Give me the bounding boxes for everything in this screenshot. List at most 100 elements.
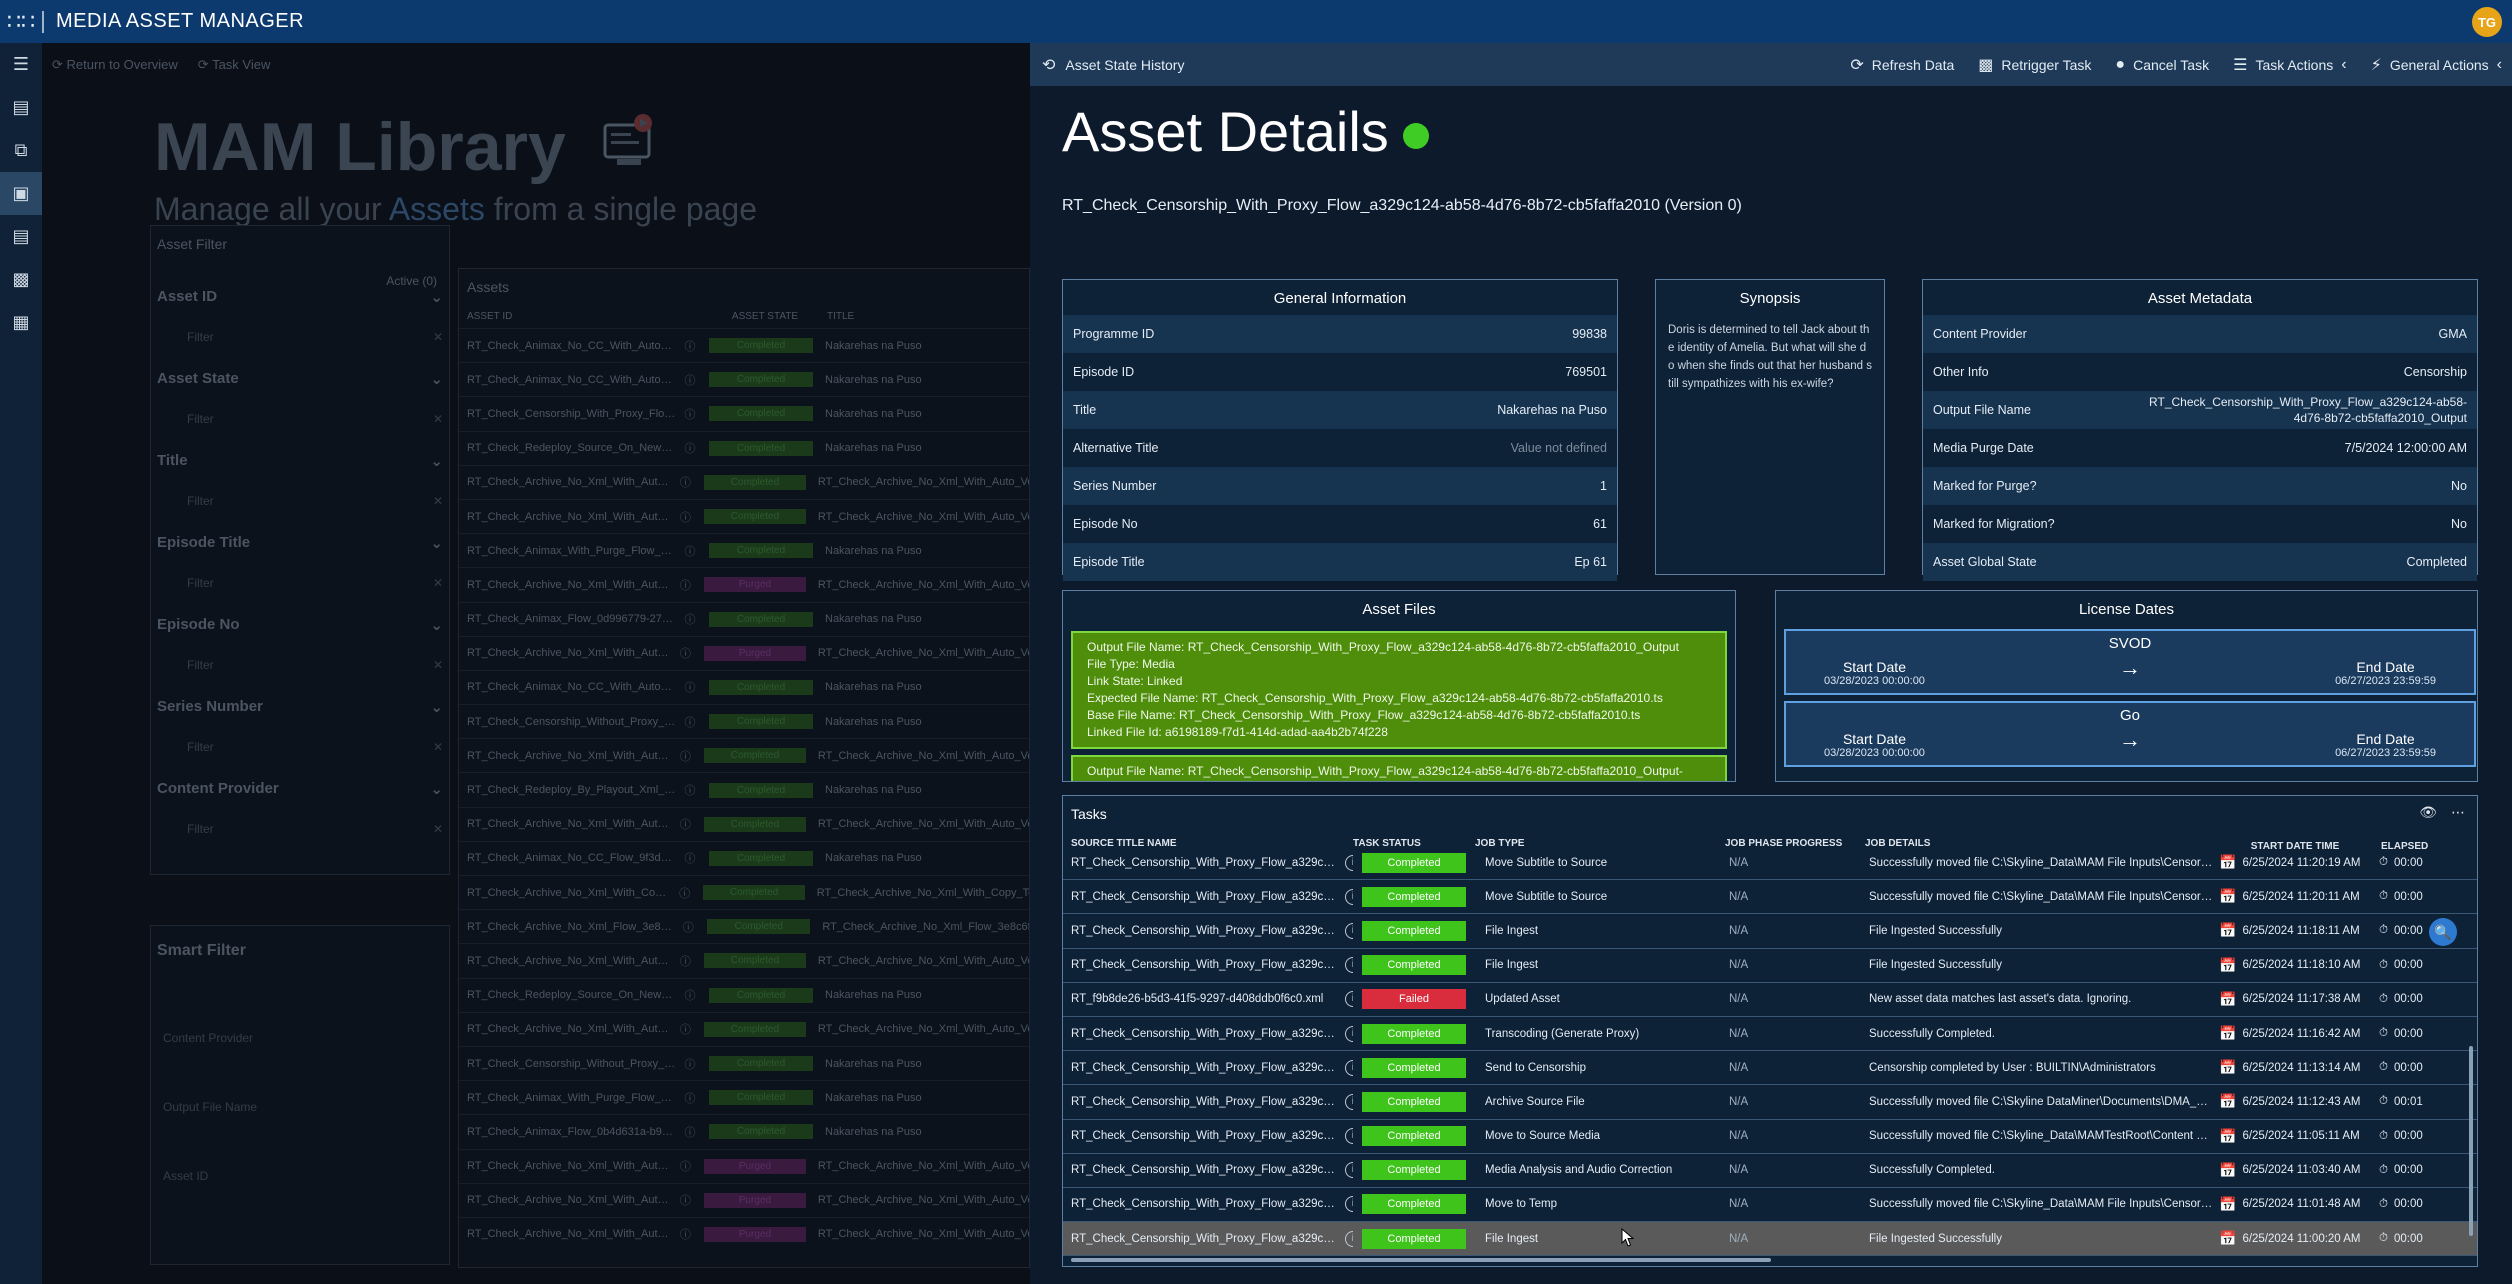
active-filter-toggle[interactable]: Active (0) (386, 274, 437, 288)
task-row[interactable]: RT_Check_Censorship_With_Proxy_Flow_a329… (1063, 1017, 2477, 1052)
smart-filter-item[interactable]: Content Provider (151, 1031, 449, 1045)
filter-input[interactable]: Filter ✕ (157, 494, 443, 508)
task-row[interactable]: RT_Check_Censorship_With_Proxy_Flow_a329… (1063, 1154, 2477, 1188)
asset-row[interactable]: RT_Check_Archive_No_Xml_With_Auto_V... ⓘ C… (459, 1011, 1029, 1046)
info-icon[interactable]: i (1345, 1230, 1353, 1247)
clear-icon[interactable]: ✕ (433, 822, 443, 836)
document-icon[interactable]: ▤ (0, 215, 42, 258)
info-icon[interactable]: ⓘ (673, 1021, 698, 1037)
filter-label[interactable]: Title ⌄ (157, 452, 443, 470)
info-icon[interactable]: ⓘ (677, 782, 703, 798)
filter-input[interactable]: Filter ✕ (157, 330, 443, 344)
info-icon[interactable]: ⓘ (673, 1192, 698, 1208)
filter-label[interactable]: Content Provider ⌄ (157, 780, 443, 798)
asset-row[interactable]: RT_Check_Animax_Flow_0d996779-2717... ⓘ Co… (459, 601, 1029, 636)
asset-row[interactable]: RT_Check_Animax_Flow_0b4d631a-b943... ⓘ Co… (459, 1114, 1029, 1148)
info-icon[interactable]: ⓘ (677, 714, 703, 730)
user-avatar[interactable]: TG (2472, 7, 2502, 37)
info-icon[interactable]: ⓘ (677, 987, 703, 1003)
asset-row[interactable]: RT_Check_Animax_No_CC_With_Auto_Ve... ⓘ Co… (459, 362, 1029, 396)
info-icon[interactable]: i (1345, 1059, 1353, 1076)
chevron-down-icon[interactable]: ⌄ (430, 698, 443, 716)
license-item-svod[interactable]: SVOD → Start Date 03/28/2023 00:00:00 End… (1784, 629, 2476, 695)
info-icon[interactable]: ⓘ (677, 338, 703, 354)
smart-filter-item[interactable]: Output File Name (151, 1100, 449, 1114)
info-icon[interactable]: ⓘ (673, 953, 698, 969)
asset-row[interactable]: RT_Check_Archive_No_Xml_With_Auto_V... ⓘ C… (459, 943, 1029, 977)
task-view-link[interactable]: ⟳ Task View (198, 57, 271, 73)
info-icon[interactable]: i (1345, 888, 1353, 905)
asset-row[interactable]: RT_Check_Redeploy_By_Playout_Xml_Flo... ⓘ… (459, 772, 1029, 806)
asset-row[interactable]: RT_Check_Archive_No_Xml_Flow_3e8c6f... ⓘ C… (459, 909, 1029, 943)
license-item-go[interactable]: Go → Start Date 03/28/2023 00:00:00 End D… (1784, 701, 2476, 767)
info-icon[interactable]: ⓘ (677, 1090, 703, 1106)
info-icon[interactable]: ⓘ (677, 1056, 703, 1072)
menu-icon[interactable]: ☰ (0, 43, 42, 86)
info-icon[interactable]: i (1345, 1128, 1353, 1145)
asset-file-item[interactable]: Output File Name: RT_Check_Censorship_Wi… (1071, 631, 1727, 749)
asset-row[interactable]: RT_Check_Archive_No_Xml_With_Auto_V... ⓘ P… (459, 567, 1029, 601)
task-row[interactable]: RT_f9b8de26-b5d3-41f5-9297-d408ddb0f6c0.… (1063, 983, 2477, 1017)
asset-row[interactable]: RT_Check_Archive_No_Xml_With_Auto_V... ⓘ P… (459, 1148, 1029, 1183)
info-icon[interactable]: ⓘ (673, 816, 698, 832)
asset-row[interactable]: RT_Check_Archive_No_Xml_With_Auto_V... ⓘ C… (459, 806, 1029, 841)
return-to-overview-link[interactable]: ⟳ Return to Overview (52, 57, 178, 73)
info-icon[interactable]: ⓘ (673, 1226, 698, 1242)
more-options-icon[interactable]: ⋯ (2451, 804, 2465, 821)
chevron-down-icon[interactable]: ⌄ (430, 534, 443, 552)
clear-icon[interactable]: ✕ (433, 494, 443, 508)
task-row[interactable]: RT_Check_Censorship_With_Proxy_Flow_a329… (1063, 1085, 2477, 1120)
task-row[interactable]: RT_Check_Censorship_With_Proxy_Flow_a329… (1063, 846, 2477, 881)
asset-row[interactable]: RT_Check_Archive_No_Xml_With_Copy_T... ⓘ C… (459, 875, 1029, 909)
info-icon[interactable]: i (1345, 1025, 1353, 1042)
info-icon[interactable]: i (1345, 991, 1353, 1008)
info-icon[interactable]: ⓘ (673, 645, 698, 661)
task-row[interactable]: RT_Check_Censorship_With_Proxy_Flow_a329… (1063, 1120, 2477, 1154)
info-icon[interactable]: ⓘ (673, 748, 698, 764)
asset-row[interactable]: RT_Check_Censorship_With_Proxy_Flow_... ⓘ… (459, 396, 1029, 430)
info-icon[interactable]: ⓘ (677, 372, 703, 388)
asset-row[interactable]: RT_Check_Redeploy_Source_On_New_Se... ⓘ Co… (459, 977, 1029, 1012)
filter-input[interactable]: Filter ✕ (157, 576, 443, 590)
info-icon[interactable]: ⓘ (677, 850, 703, 866)
info-icon[interactable]: i (1345, 957, 1353, 974)
filter-label[interactable]: Episode No ⌄ (157, 616, 443, 634)
retrigger-task-button[interactable]: ▩ Retrigger Task (1978, 55, 2091, 75)
info-icon[interactable]: ⓘ (677, 406, 703, 422)
chevron-down-icon[interactable]: ⌄ (430, 288, 443, 306)
info-icon[interactable]: i (1345, 922, 1353, 939)
visibility-icon[interactable]: 👁 (2419, 804, 2437, 821)
task-row[interactable]: RT_Check_Censorship_With_Proxy_Flow_a329… (1063, 880, 2477, 915)
asset-row[interactable]: RT_Check_Archive_No_Xml_With_Auto_V... ⓘ C… (459, 498, 1029, 533)
image-icon[interactable]: ▩ (0, 258, 42, 301)
filter-label[interactable]: Asset ID ⌄ (157, 288, 443, 306)
info-icon[interactable]: i (1345, 1162, 1353, 1179)
zoom-icon[interactable]: 🔍 (2429, 918, 2457, 946)
task-row[interactable]: RT_Check_Censorship_With_Proxy_Flow_a329… (1063, 949, 2477, 983)
task-row[interactable]: RT_Check_Censorship_With_Proxy_Flow_a329… (1063, 914, 2477, 949)
clear-icon[interactable]: ✕ (433, 740, 443, 754)
smart-filter-item[interactable]: Asset ID (151, 1169, 449, 1183)
chevron-down-icon[interactable]: ⌄ (430, 452, 443, 470)
refresh-data-button[interactable]: ⟳ Refresh Data (1850, 55, 1954, 75)
workflow-icon[interactable]: ⧉ (0, 129, 42, 172)
info-icon[interactable]: ⓘ (672, 885, 697, 901)
info-icon[interactable]: ⓘ (677, 611, 703, 627)
asset-state-history-button[interactable]: ⟲ Asset State History (1030, 55, 1184, 75)
clear-icon[interactable]: ✕ (433, 658, 443, 672)
info-icon[interactable]: ⓘ (677, 1124, 703, 1140)
asset-row[interactable]: RT_Check_Redeploy_Source_On_New_Se... ⓘ Co… (459, 430, 1029, 465)
asset-row[interactable]: RT_Check_Censorship_Without_Proxy_Flo...… (459, 704, 1029, 738)
asset-row[interactable]: RT_Check_Archive_No_Xml_With_Auto_V... ⓘ C… (459, 738, 1029, 772)
chevron-down-icon[interactable]: ⌄ (430, 370, 443, 388)
clear-icon[interactable]: ✕ (433, 576, 443, 590)
info-icon[interactable]: ⓘ (675, 919, 701, 935)
filter-label[interactable]: Series Number ⌄ (157, 698, 443, 716)
task-row[interactable]: RT_Check_Censorship_With_Proxy_Flow_a329… (1063, 1222, 2477, 1257)
filter-input[interactable]: Filter ✕ (157, 740, 443, 754)
asset-row[interactable]: RT_Check_Archive_No_Xml_With_Auto_V... ⓘ P… (459, 1182, 1029, 1217)
filter-input[interactable]: Filter ✕ (157, 412, 443, 426)
task-row[interactable]: RT_Check_Censorship_With_Proxy_Flow_a329… (1063, 1188, 2477, 1223)
task-row[interactable]: RT_Check_Censorship_With_Proxy_Flow_a329… (1063, 1051, 2477, 1086)
info-icon[interactable]: ⓘ (677, 440, 703, 456)
